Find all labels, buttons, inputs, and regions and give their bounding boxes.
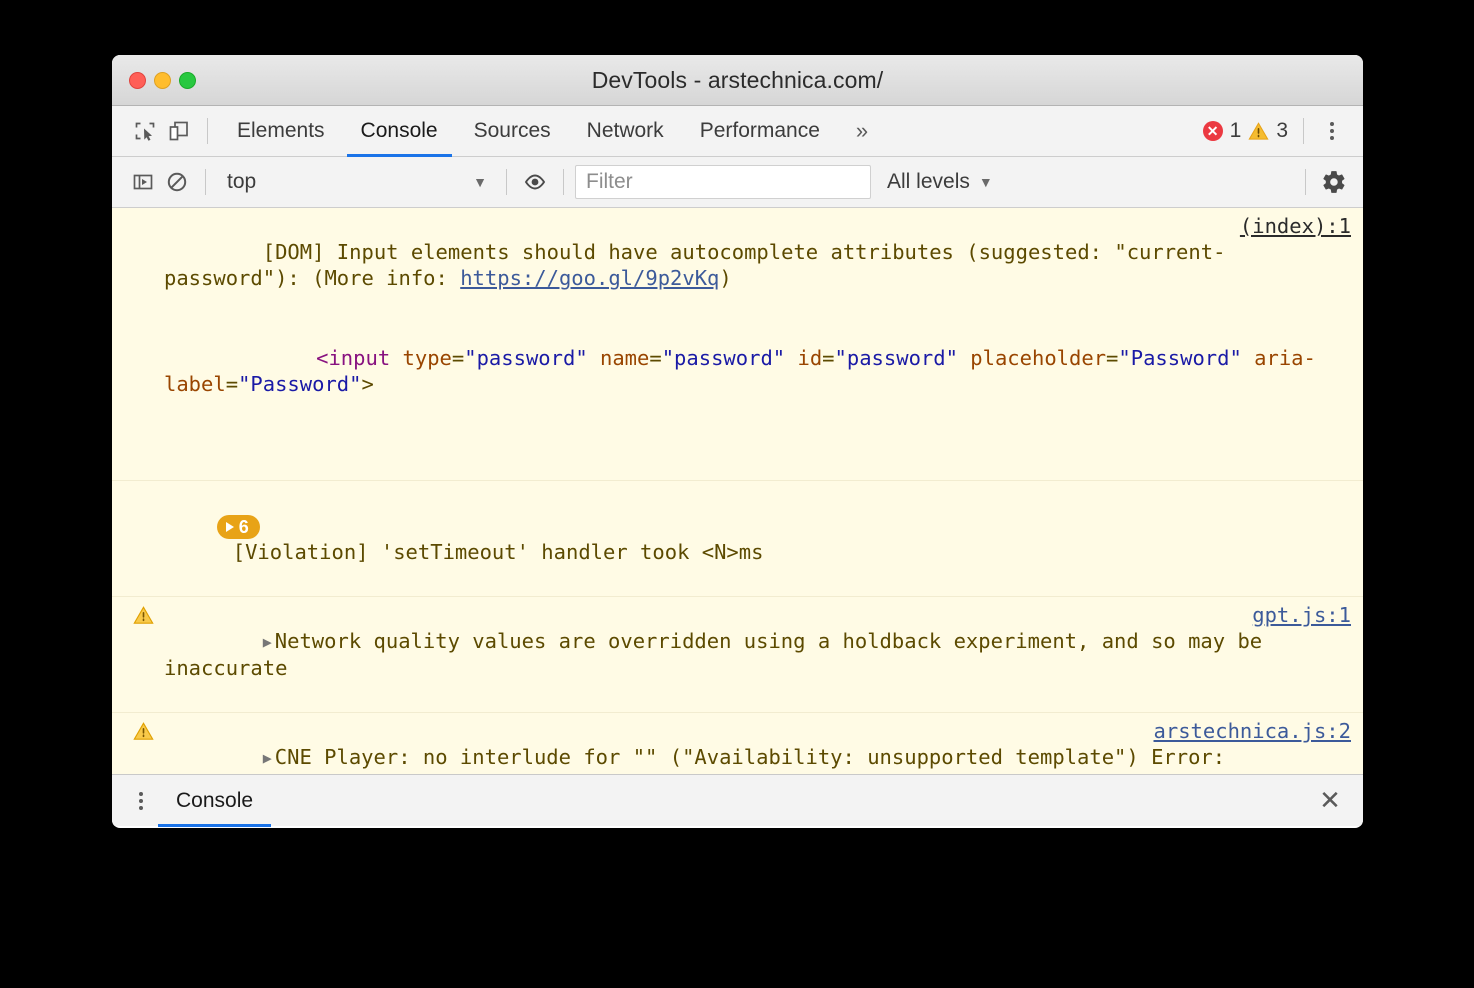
code-attr-value: "password" <box>662 346 785 370</box>
console-message-cne-player[interactable]: ▶CNE Player: no interlude for "" ("Avail… <box>112 713 1363 774</box>
warning-triangle-icon <box>1248 121 1269 142</box>
tab-label: Elements <box>237 119 325 143</box>
expand-arrow-icon[interactable]: ▶ <box>263 745 272 771</box>
traffic-lights <box>129 72 196 89</box>
drawer-tab-console[interactable]: Console <box>156 775 273 827</box>
filter-divider-3 <box>563 169 564 195</box>
window-titlebar: DevTools - arstechnica.com/ <box>112 55 1363 106</box>
zoom-window-button[interactable] <box>179 72 196 89</box>
message-source-link[interactable]: (index):1 <box>1240 213 1351 239</box>
play-triangle-icon <box>226 522 234 532</box>
console-message-violation-settimeout[interactable]: 6 [Violation] 'setTimeout' handler took … <box>112 481 1363 597</box>
execution-context-value: top <box>227 170 473 194</box>
code-attr-value: "Password" <box>1118 346 1241 370</box>
tab-network[interactable]: Network <box>569 106 682 157</box>
close-window-button[interactable] <box>129 72 146 89</box>
inspect-element-icon[interactable] <box>128 114 162 148</box>
message-code-preview: <input type="password" name="password" i… <box>164 319 1351 423</box>
execution-context-select[interactable]: top ▼ <box>217 165 495 199</box>
close-icon[interactable]: ✕ <box>1313 784 1347 818</box>
tab-performance[interactable]: Performance <box>682 106 838 157</box>
devtools-window: DevTools - arstechnica.com/ Elements Con… <box>112 55 1363 828</box>
tab-label: Performance <box>700 119 820 143</box>
more-info-link[interactable]: https://goo.gl/9p2vKq <box>460 266 719 290</box>
message-gutter <box>112 718 164 774</box>
tab-sources[interactable]: Sources <box>456 106 569 157</box>
code-attr-value: "password" <box>835 346 958 370</box>
tab-console[interactable]: Console <box>343 106 456 157</box>
live-expression-eye-icon[interactable] <box>518 165 552 199</box>
console-message-list[interactable]: [DOM] Input elements should have autocom… <box>112 208 1363 774</box>
kebab-menu-icon[interactable] <box>1315 114 1349 148</box>
code-attr-value: "Password" <box>238 372 361 396</box>
code-attr-value: "password" <box>464 346 587 370</box>
clear-console-icon[interactable] <box>160 165 194 199</box>
repeat-count-badge[interactable]: 6 <box>217 515 260 539</box>
message-text: [Violation] 'setTimeout' handler took <N… <box>233 540 764 564</box>
warning-triangle-icon <box>133 605 154 626</box>
console-message-dom-autocomplete[interactable]: [DOM] Input elements should have autocom… <box>112 208 1363 481</box>
filter-divider-4 <box>1305 169 1306 195</box>
log-level-select[interactable]: All levels ▼ <box>871 170 1009 194</box>
toolbar-divider <box>207 118 208 144</box>
filter-input[interactable] <box>575 165 871 199</box>
message-body: [DOM] Input elements should have autocom… <box>164 213 1363 475</box>
minimize-window-button[interactable] <box>154 72 171 89</box>
error-circle-icon: ✕ <box>1203 121 1223 141</box>
chevron-down-icon: ▼ <box>979 174 993 190</box>
code-attr-name: name <box>600 346 649 370</box>
message-gutter <box>112 602 164 707</box>
expand-arrow-icon[interactable]: ▶ <box>263 629 272 655</box>
code-attr-name: type <box>403 346 452 370</box>
code-close: > <box>361 372 373 396</box>
message-text: Network quality values are overridden us… <box>164 629 1275 680</box>
warning-triangle-icon <box>133 721 154 742</box>
code-tag: <input <box>316 346 390 370</box>
tab-label: Console <box>361 119 438 143</box>
console-message-network-quality[interactable]: ▶Network quality values are overridden u… <box>112 597 1363 713</box>
message-source-link[interactable]: arstechnica.js:2 <box>1154 718 1351 744</box>
warning-count: 3 <box>1276 119 1288 143</box>
tab-elements[interactable]: Elements <box>219 106 343 157</box>
message-text-part: ) <box>719 266 731 290</box>
message-gutter <box>112 213 164 475</box>
gear-icon[interactable] <box>1317 165 1351 199</box>
message-text: CNE Player: no interlude for "" ("Availa… <box>164 745 1237 774</box>
tab-label: Sources <box>474 119 551 143</box>
panel-tabs: Elements Console Sources Network Perform… <box>219 106 838 157</box>
issue-counters[interactable]: ✕ 1 3 <box>1203 119 1288 143</box>
chevron-double-right-icon[interactable]: » <box>838 118 882 144</box>
filter-divider-1 <box>205 169 206 195</box>
tab-label: Network <box>587 119 664 143</box>
console-filter-toolbar: top ▼ All levels ▼ <box>112 157 1363 208</box>
message-source-link[interactable]: gpt.js:1 <box>1252 602 1351 628</box>
code-attr-name: id <box>797 346 822 370</box>
kebab-menu-icon[interactable] <box>126 785 156 817</box>
devtools-tabbar: Elements Console Sources Network Perform… <box>112 106 1363 157</box>
log-level-value: All levels <box>887 170 970 194</box>
repeat-count: 6 <box>239 516 249 538</box>
devtools-drawer: Console ✕ <box>112 774 1363 826</box>
message-body: 6 [Violation] 'setTimeout' handler took … <box>118 486 1363 591</box>
filter-divider-2 <box>506 169 507 195</box>
error-count: 1 <box>1230 119 1242 143</box>
drawer-tab-label: Console <box>176 789 253 813</box>
window-title: DevTools - arstechnica.com/ <box>112 67 1363 94</box>
chevron-down-icon: ▼ <box>473 174 487 190</box>
console-sidebar-icon[interactable] <box>126 165 160 199</box>
device-toolbar-icon[interactable] <box>162 114 196 148</box>
code-attr-name: placeholder <box>970 346 1106 370</box>
counters-divider <box>1303 118 1304 144</box>
message-body: ▶Network quality values are overridden u… <box>164 602 1363 707</box>
